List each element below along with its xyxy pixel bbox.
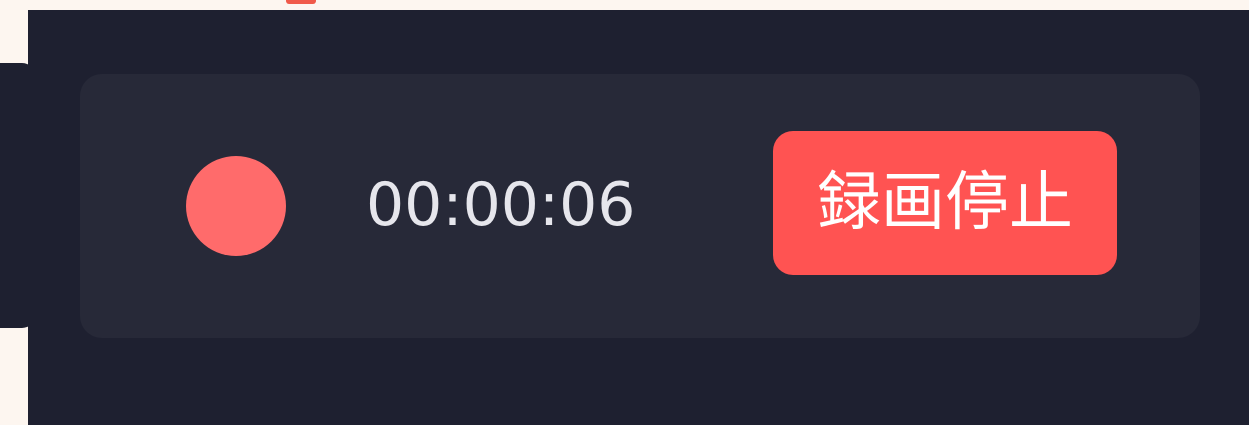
recording-timer: 00:00:06	[366, 170, 636, 240]
record-dot-icon	[186, 156, 286, 256]
stop-recording-button[interactable]: 録画停止	[773, 131, 1117, 275]
adjacent-card-edge	[0, 63, 36, 328]
app-stage: 00:00:06 録画停止	[0, 0, 1249, 425]
top-accent-mark	[286, 0, 316, 4]
